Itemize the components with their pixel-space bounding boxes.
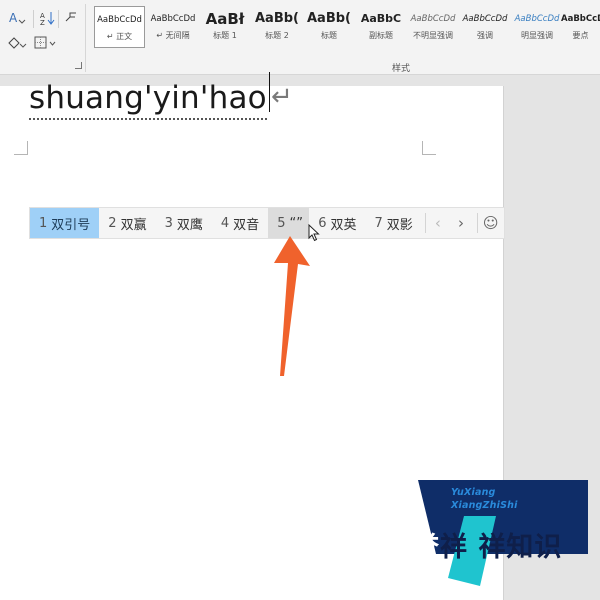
style-name: 明显强调 bbox=[521, 31, 553, 40]
borders-icon[interactable] bbox=[34, 36, 58, 50]
ime-candidate[interactable]: 1 双引号 bbox=[30, 208, 100, 238]
shading-icon[interactable] bbox=[7, 36, 29, 50]
style-heading-1[interactable]: AaBł 标题 1 bbox=[199, 6, 251, 48]
ribbon-separator bbox=[58, 10, 59, 28]
styles-group-label: 样式 bbox=[392, 64, 411, 74]
candidate-text: 双影 bbox=[386, 217, 413, 233]
candidate-number: 4 bbox=[220, 215, 230, 231]
crop-mark bbox=[14, 141, 28, 155]
watermark-chinese-text: 誉祥 祥知识 bbox=[412, 525, 562, 564]
style-sample: AaBbCcDd bbox=[514, 14, 560, 24]
style-name: 强调 bbox=[477, 31, 493, 40]
candidate-number: 5 bbox=[277, 215, 286, 231]
ime-composition-text[interactable]: shuang'yin'hao bbox=[29, 78, 267, 120]
svg-text:A: A bbox=[9, 11, 18, 25]
candidate-number: 7 bbox=[374, 215, 383, 231]
candidate-number: 1 bbox=[39, 215, 48, 231]
watermark-char: 誉 bbox=[412, 532, 440, 563]
candidate-text: 双英 bbox=[330, 217, 357, 233]
ribbon: A AZ AaBbCcDd ↵ 正文 AaBbCcDd ↵ 无间隔 AaBł 标… bbox=[0, 0, 600, 75]
style-name: 标题 bbox=[321, 31, 337, 40]
prev-page-button[interactable]: ‹ bbox=[426, 208, 449, 238]
ribbon-separator bbox=[33, 10, 34, 28]
brand-watermark-logo: YuXiang XiangZhiShi 誉祥 祥知识 bbox=[412, 478, 588, 588]
candidate-text: 双鹰 bbox=[176, 217, 203, 233]
paragraph-mark: ↵ bbox=[271, 82, 293, 112]
style-emphasis[interactable]: AaBbCcDd 强调 bbox=[459, 6, 511, 48]
next-page-button[interactable]: › bbox=[449, 208, 472, 238]
candidate-number: 3 bbox=[164, 215, 173, 231]
text-caret bbox=[269, 72, 270, 112]
style-title[interactable]: AaBb( 标题 bbox=[303, 6, 355, 48]
svg-text:Z: Z bbox=[40, 19, 45, 25]
candidate-text: 双赢 bbox=[120, 217, 147, 233]
watermark-latin-line: XiangZhiShi bbox=[451, 500, 518, 511]
style-sample: AaBbCcDd bbox=[410, 14, 456, 24]
style-name: 标题 1 bbox=[213, 31, 237, 40]
style-heading-2[interactable]: AaBb( 标题 2 bbox=[251, 6, 303, 48]
paragraph-dialog-launcher[interactable] bbox=[75, 62, 82, 69]
style-sample: AaBbCcDd bbox=[462, 14, 508, 24]
paragraph-mark-icon[interactable] bbox=[64, 11, 78, 25]
style-sample: AaBb( bbox=[255, 11, 299, 26]
group-divider bbox=[85, 4, 86, 72]
emoji-button[interactable]: ☺ bbox=[477, 208, 504, 238]
style-normal[interactable]: AaBbCcDd ↵ 正文 bbox=[94, 6, 145, 48]
style-intense-emphasis[interactable]: AaBbCcDd 明显强调 bbox=[511, 6, 563, 48]
ime-candidate[interactable]: 4 双音 bbox=[212, 208, 268, 238]
style-name: 不明显强调 bbox=[413, 31, 453, 40]
ime-candidate[interactable]: 2 双赢 bbox=[99, 208, 155, 238]
style-name: ↵ 正文 bbox=[106, 32, 133, 41]
style-sample: AaBł bbox=[205, 10, 245, 28]
ime-candidate[interactable]: 3 双鹰 bbox=[156, 208, 212, 238]
style-strong[interactable]: AaBbCcDd 要点 bbox=[561, 6, 600, 48]
mouse-cursor-icon bbox=[308, 224, 320, 242]
watermark-chars: 祥 祥知识 bbox=[440, 532, 563, 563]
style-sample: AaBbC bbox=[360, 12, 402, 25]
style-sample: AaBbCcDd bbox=[561, 14, 600, 24]
style-subtitle[interactable]: AaBbC 副标题 bbox=[355, 6, 407, 48]
style-subtle-emphasis[interactable]: AaBbCcDd 不明显强调 bbox=[407, 6, 459, 48]
styles-gallery: AaBbCcDd ↵ 正文 AaBbCcDd ↵ 无间隔 AaBł 标题 1 A… bbox=[92, 6, 600, 52]
candidate-text: 双音 bbox=[233, 217, 260, 233]
style-sample: AaBbCcDd bbox=[97, 15, 142, 25]
style-sample: AaBb( bbox=[307, 11, 351, 26]
candidate-text: “” bbox=[289, 215, 303, 231]
style-name: 标题 2 bbox=[265, 31, 289, 40]
crop-mark bbox=[422, 141, 436, 155]
candidate-number: 2 bbox=[108, 215, 117, 231]
sort-icon[interactable]: AZ bbox=[40, 11, 56, 25]
style-sample: AaBbCcDd bbox=[150, 14, 196, 24]
text-effects-icon[interactable]: A bbox=[9, 11, 29, 25]
style-name: ↵ 无间隔 bbox=[156, 31, 190, 40]
candidate-text: 双引号 bbox=[51, 217, 91, 233]
style-name: 副标题 bbox=[369, 31, 393, 40]
ime-candidate-bar: 1 双引号 2 双赢 3 双鹰 4 双音 5 “” 6 双英 7 双影 ‹ › … bbox=[29, 207, 505, 239]
style-no-spacing[interactable]: AaBbCcDd ↵ 无间隔 bbox=[147, 6, 199, 48]
style-name: 要点 bbox=[572, 31, 589, 40]
annotation-arrow bbox=[274, 236, 310, 376]
ime-candidate[interactable]: 7 双影 bbox=[365, 208, 421, 238]
watermark-latin-line: YuXiang bbox=[451, 487, 496, 498]
